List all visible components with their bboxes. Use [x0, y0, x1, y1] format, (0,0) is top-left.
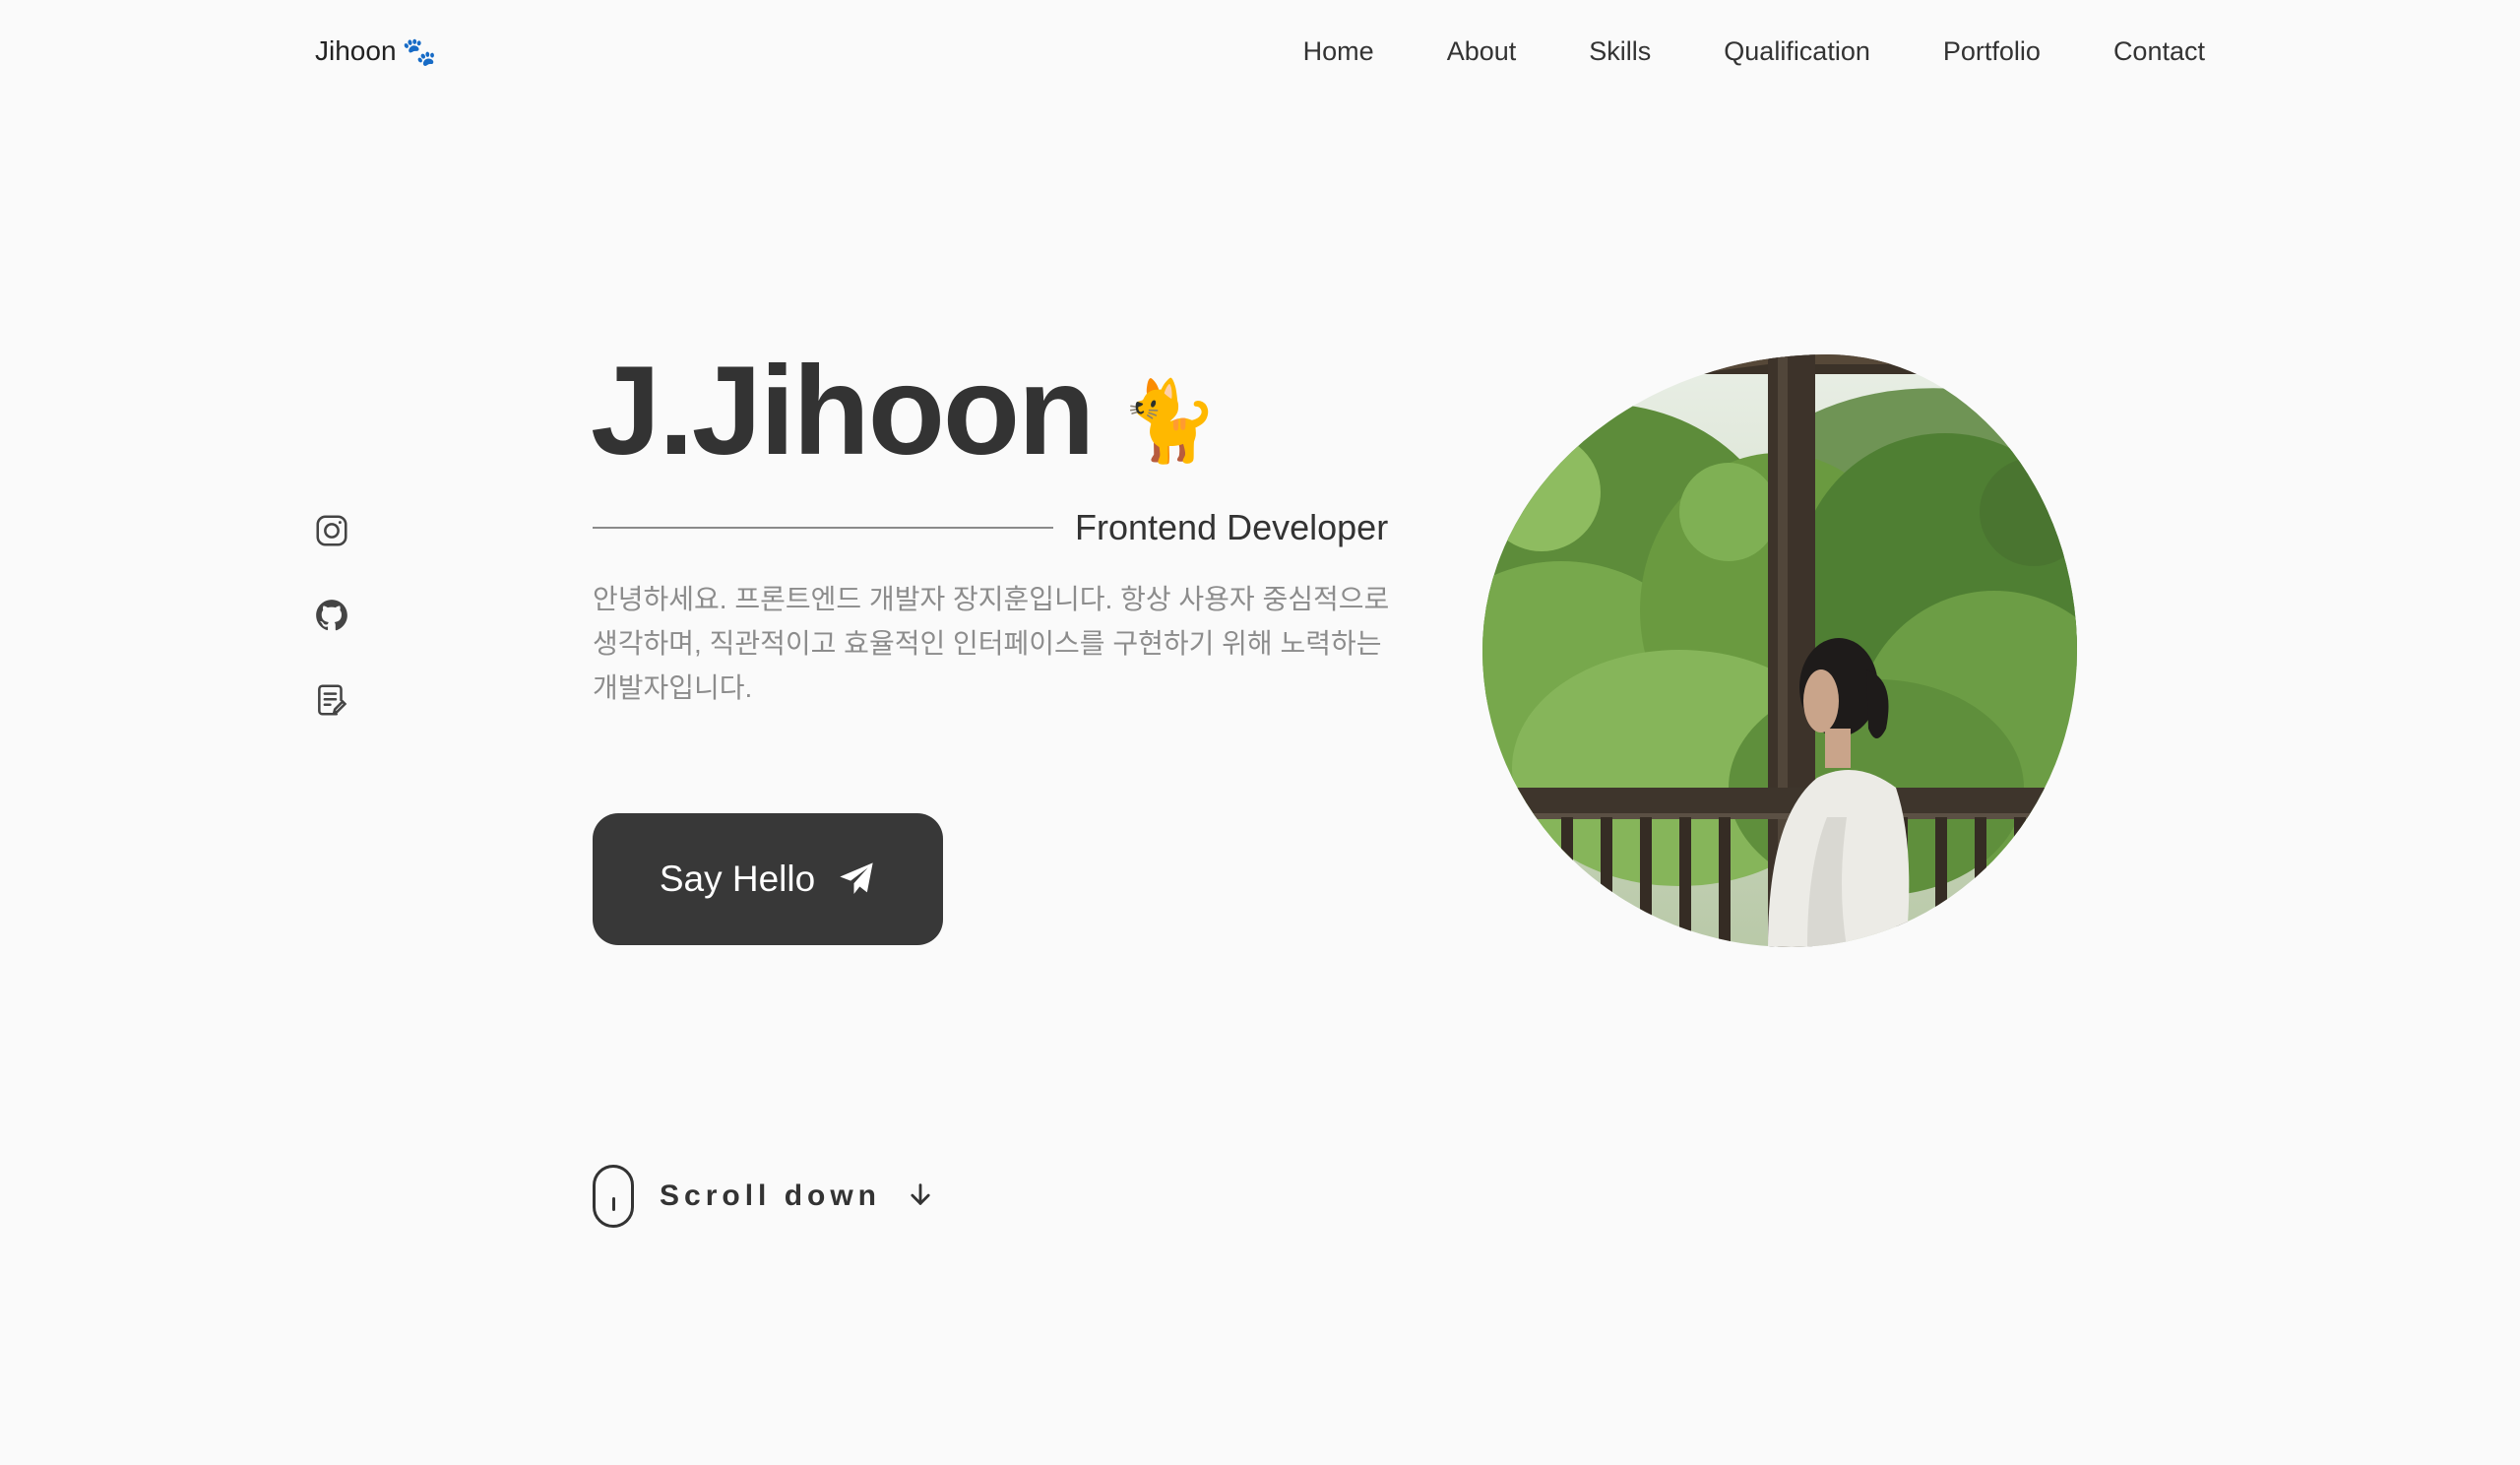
nav-portfolio[interactable]: Portfolio: [1943, 36, 2041, 67]
logo[interactable]: Jihoon 🐾: [315, 32, 436, 71]
subtitle-row: Frontend Developer: [593, 504, 1390, 551]
github-icon[interactable]: [313, 597, 350, 634]
cat-icon: 🐈: [1120, 377, 1219, 465]
profile-photo: [1482, 354, 2077, 947]
say-hello-button[interactable]: Say Hello: [593, 813, 943, 945]
arrow-down-icon: [907, 1180, 934, 1213]
hero-title-row: J.Jihoon 🐈: [591, 343, 1219, 480]
logo-text: Jihoon: [315, 35, 397, 66]
social-links: [313, 512, 350, 719]
send-icon: [840, 862, 873, 894]
main-nav: Home About Skills Qualification Portfoli…: [1303, 30, 2205, 73]
nav-home[interactable]: Home: [1303, 36, 1374, 67]
paw-icon: 🐾: [402, 35, 437, 67]
subtitle-divider: [593, 527, 1053, 529]
nav-skills[interactable]: Skills: [1589, 36, 1651, 67]
hero-description: 안녕하세요. 프론트엔드 개발자 장지훈입니다. 항상 사용자 중심적으로 생각…: [593, 584, 1390, 703]
mouse-wheel: [612, 1197, 615, 1211]
instagram-icon[interactable]: [313, 512, 350, 549]
scroll-down-label: Scroll down: [660, 1179, 882, 1212]
nav-about[interactable]: About: [1447, 36, 1517, 67]
page: Jihoon 🐾 Home About Skills Qualification…: [0, 0, 2520, 1465]
say-hello-label: Say Hello: [659, 859, 816, 899]
nav-qualification[interactable]: Qualification: [1724, 36, 1870, 67]
hero-subtitle: Frontend Developer: [1075, 507, 1389, 547]
header: Jihoon 🐾 Home About Skills Qualification…: [0, 0, 2520, 102]
nav-contact[interactable]: Contact: [2113, 36, 2205, 67]
scroll-down-link[interactable]: Scroll down: [593, 1164, 934, 1229]
mouse-icon: [593, 1165, 634, 1228]
hero-title: J.Jihoon: [591, 341, 1095, 481]
blog-icon[interactable]: [313, 681, 350, 719]
